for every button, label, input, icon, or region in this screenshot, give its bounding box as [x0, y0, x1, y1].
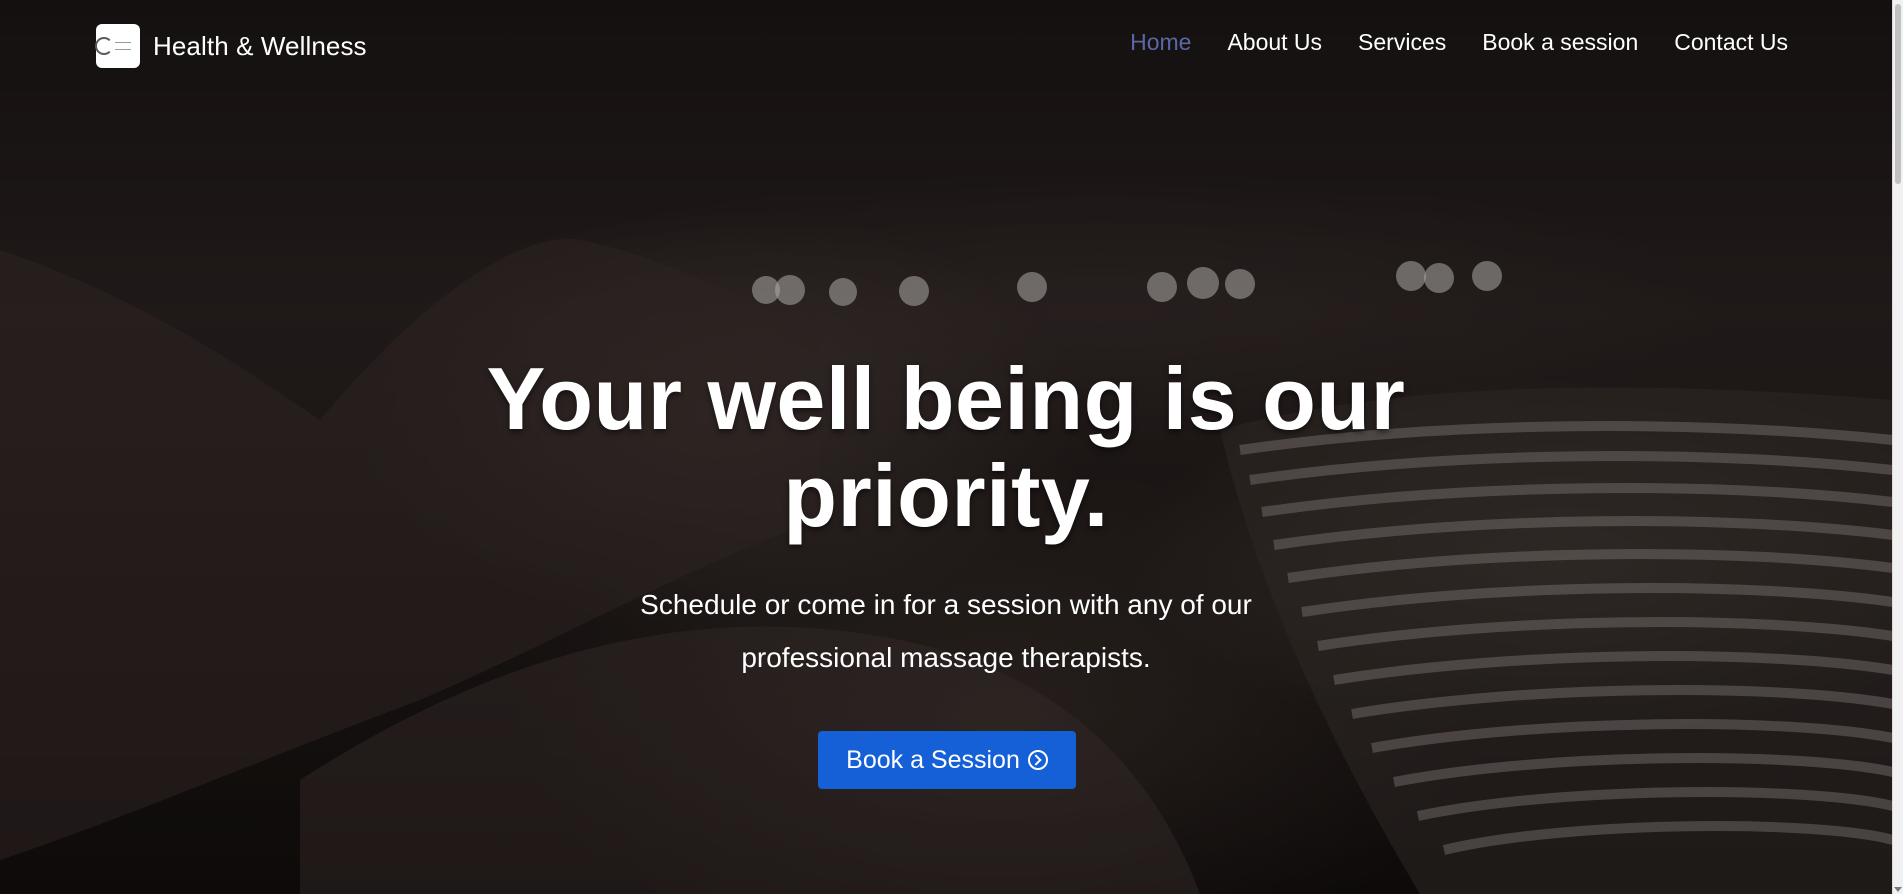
page: Health & Wellness Home About Us Services… — [0, 0, 1903, 894]
brand-name: Health & Wellness — [153, 30, 367, 61]
brand[interactable]: Health & Wellness — [95, 24, 367, 68]
nav-item-about-us[interactable]: About Us — [1227, 29, 1322, 56]
scrollbar-thumb[interactable] — [1895, 4, 1901, 184]
book-session-button-label: Book a Session — [846, 745, 1020, 774]
nav-item-contact-us[interactable]: Contact Us — [1674, 29, 1788, 56]
hero-title-line-2: priority. — [783, 446, 1109, 545]
hero-subtitle-line-1: Schedule or come in for a session with a… — [640, 589, 1252, 620]
page-scrollbar[interactable] — [1892, 0, 1903, 894]
scroll-down-arrow-icon[interactable] — [1894, 887, 1902, 892]
book-session-button[interactable]: Book a Session — [818, 731, 1076, 789]
hero-title: Your well being is our priority. — [396, 350, 1496, 544]
nav-item-book-a-session[interactable]: Book a session — [1482, 29, 1638, 56]
nav-item-home[interactable]: Home — [1130, 29, 1191, 56]
hero-title-line-1: Your well being is our — [486, 349, 1406, 448]
nav-item-services[interactable]: Services — [1358, 29, 1446, 56]
brand-logo-icon — [95, 24, 140, 68]
hero-subtitle: Schedule or come in for a session with a… — [596, 578, 1296, 684]
chevron-right-circle-icon — [1027, 750, 1048, 770]
hero-subtitle-line-2: professional massage therapists. — [741, 642, 1151, 673]
nav-links: Home About Us Services Book a session Co… — [1130, 29, 1788, 56]
navbar: Health & Wellness Home About Us Services… — [0, 0, 1893, 90]
